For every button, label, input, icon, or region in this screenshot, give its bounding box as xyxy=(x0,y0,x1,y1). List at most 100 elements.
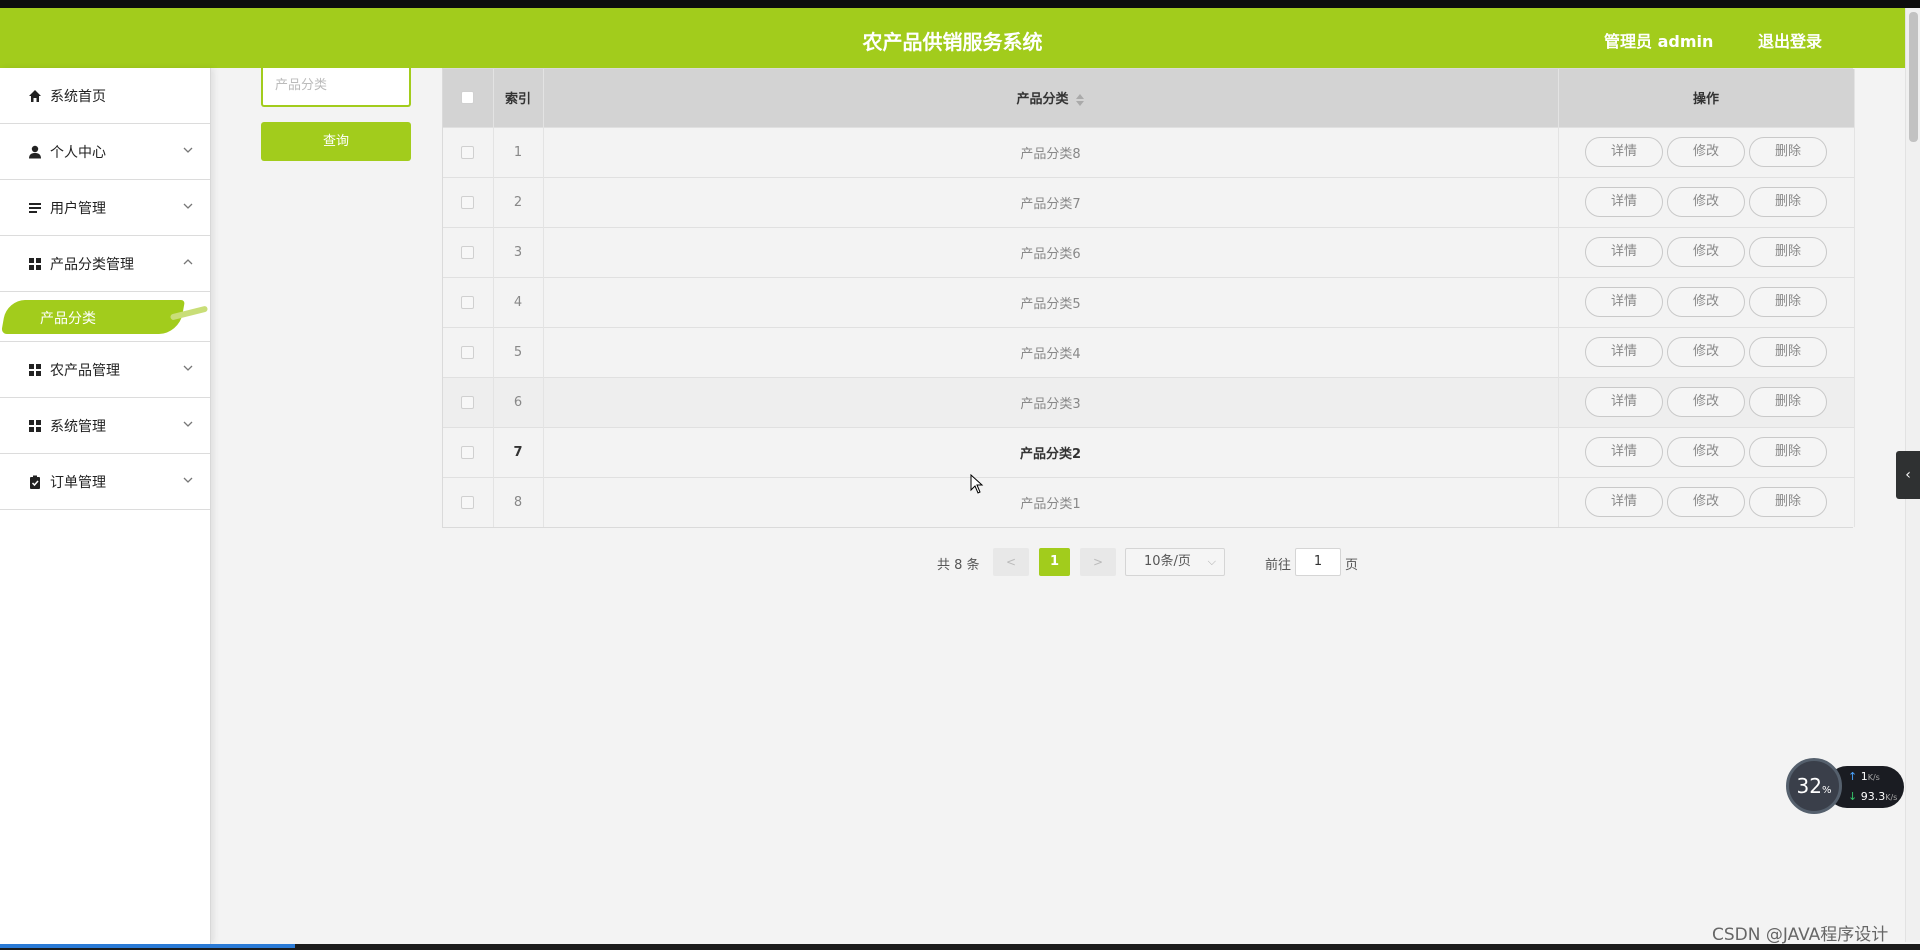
row-checkbox[interactable] xyxy=(461,495,475,509)
row-category: 产品分类7 xyxy=(543,176,1559,227)
side-panel-toggle-icon[interactable]: ‹ xyxy=(1896,451,1920,499)
row-checkbox[interactable] xyxy=(461,145,475,159)
detail-button[interactable]: 详情 xyxy=(1585,387,1663,417)
home-icon xyxy=(28,89,42,103)
row-index: 3 xyxy=(493,226,544,277)
pagination-page-current[interactable]: 1 xyxy=(1039,548,1070,576)
detail-button[interactable]: 详情 xyxy=(1585,187,1663,217)
edit-button[interactable]: 修改 xyxy=(1667,487,1745,518)
row-actions: 详情 修改 删除 xyxy=(1558,476,1855,527)
delete-button[interactable]: 删除 xyxy=(1749,337,1827,367)
sidebar-item-label: 个人中心 xyxy=(50,144,106,161)
row-select-cell xyxy=(443,126,494,177)
category-search-input[interactable]: 产品分类 xyxy=(261,68,411,107)
edit-button[interactable]: 修改 xyxy=(1667,437,1745,467)
row-category: 产品分类6 xyxy=(543,226,1559,277)
sidebar-item-category-management[interactable]: 产品分类管理 xyxy=(0,236,210,292)
row-checkbox[interactable] xyxy=(461,195,475,209)
network-speed-widget[interactable]: ↑ 1K/s ↓ 93.3K/s 32% xyxy=(1786,758,1904,814)
detail-button[interactable]: 详情 xyxy=(1585,487,1663,518)
delete-button[interactable]: 删除 xyxy=(1749,437,1827,467)
table-row[interactable]: 4 产品分类5 详情 修改 删除 xyxy=(443,276,1855,327)
sidebar-subitem-category[interactable]: 产品分类 xyxy=(0,292,210,342)
edit-button[interactable]: 修改 xyxy=(1667,387,1745,417)
delete-button[interactable]: 删除 xyxy=(1749,137,1827,167)
sidebar-item-label: 农产品管理 xyxy=(50,362,120,379)
sidebar-item-personal-center[interactable]: 个人中心 xyxy=(0,124,210,180)
pagination-prev-button[interactable]: < xyxy=(993,548,1029,576)
row-select-cell xyxy=(443,476,494,527)
edit-button[interactable]: 修改 xyxy=(1667,337,1745,367)
chevron-down-icon xyxy=(182,474,196,488)
download-speed-value: 93.3 xyxy=(1860,790,1886,803)
table-row[interactable]: 6 产品分类3 详情 修改 删除 xyxy=(443,376,1855,427)
edit-button[interactable]: 修改 xyxy=(1667,137,1745,167)
row-checkbox[interactable] xyxy=(461,295,475,309)
column-header-category[interactable]: 产品分类 xyxy=(543,69,1559,127)
row-index: 4 xyxy=(493,276,544,327)
table-row[interactable]: 8 产品分类1 详情 修改 删除 xyxy=(443,476,1855,527)
cpu-percent-value: 32 xyxy=(1796,774,1822,798)
sort-icon[interactable] xyxy=(1075,93,1085,107)
edit-button[interactable]: 修改 xyxy=(1667,287,1745,317)
scrollbar-thumb[interactable] xyxy=(1909,12,1918,142)
chevron-down-icon xyxy=(182,362,196,376)
delete-button[interactable]: 删除 xyxy=(1749,287,1827,317)
delete-button[interactable]: 删除 xyxy=(1749,237,1827,267)
video-progress-bar[interactable] xyxy=(0,944,295,948)
row-index: 7 xyxy=(493,426,544,477)
download-speed: ↓ 93.3K/s xyxy=(1848,790,1897,803)
top-header: 农产品供销服务系统 管理员 admin 退出登录 xyxy=(0,8,1905,68)
sidebar-item-user-management[interactable]: 用户管理 xyxy=(0,180,210,236)
row-checkbox[interactable] xyxy=(461,395,475,409)
row-category: 产品分类1 xyxy=(543,476,1559,527)
edit-button[interactable]: 修改 xyxy=(1667,187,1745,217)
row-select-cell xyxy=(443,226,494,277)
select-all-checkbox[interactable] xyxy=(461,91,475,105)
upload-speed-value: 1 xyxy=(1860,770,1868,783)
detail-button[interactable]: 详情 xyxy=(1585,137,1663,167)
row-index: 2 xyxy=(493,176,544,227)
grid-icon xyxy=(28,363,42,377)
row-actions: 详情 修改 删除 xyxy=(1558,176,1855,227)
window-top-edge xyxy=(0,0,1920,8)
list-icon xyxy=(28,201,42,215)
detail-button[interactable]: 详情 xyxy=(1585,237,1663,267)
sidebar-item-order-management[interactable]: 订单管理 xyxy=(0,454,210,510)
category-table: 索引 产品分类 操作 1 产品分类8 详情 修改 删除 2 产品分类7 详情 修改 删除 3 产品分类… xyxy=(442,68,1855,528)
pagination-next-button[interactable]: > xyxy=(1080,548,1116,576)
column-header-actions: 操作 xyxy=(1558,69,1855,127)
detail-button[interactable]: 详情 xyxy=(1585,287,1663,317)
sidebar-item-home[interactable]: 系统首页 xyxy=(0,68,210,124)
table-row[interactable]: 2 产品分类7 详情 修改 删除 xyxy=(443,176,1855,227)
table-row[interactable]: 3 产品分类6 详情 修改 删除 xyxy=(443,226,1855,277)
delete-button[interactable]: 删除 xyxy=(1749,487,1827,518)
row-index: 6 xyxy=(493,376,544,427)
logout-link[interactable]: 退出登录 xyxy=(1758,28,1822,52)
row-checkbox[interactable] xyxy=(461,445,475,459)
table-row[interactable]: 7 产品分类2 详情 修改 删除 xyxy=(443,426,1855,477)
cpu-percent-circle: 32% xyxy=(1786,758,1842,814)
edit-button[interactable]: 修改 xyxy=(1667,237,1745,267)
delete-button[interactable]: 删除 xyxy=(1749,387,1827,417)
page-unit-label: 页 xyxy=(1345,558,1359,573)
row-select-cell xyxy=(443,376,494,427)
search-button[interactable]: 查询 xyxy=(261,122,411,161)
sidebar-item-label: 订单管理 xyxy=(50,474,106,491)
row-checkbox[interactable] xyxy=(461,245,475,259)
table-row[interactable]: 5 产品分类4 详情 修改 删除 xyxy=(443,326,1855,377)
detail-button[interactable]: 详情 xyxy=(1585,337,1663,367)
user-icon xyxy=(28,145,42,159)
row-checkbox[interactable] xyxy=(461,345,475,359)
sidebar-item-product-management[interactable]: 农产品管理 xyxy=(0,342,210,398)
goto-page-input[interactable]: 1 xyxy=(1295,548,1341,576)
pagination-total: 共 8 条 xyxy=(937,558,980,573)
table-row[interactable]: 1 产品分类8 详情 修改 删除 xyxy=(443,126,1855,177)
sidebar-item-system-management[interactable]: 系统管理 xyxy=(0,398,210,454)
page-size-select[interactable]: 10条/页 ⌵ xyxy=(1125,548,1225,576)
sidebar-item-label: 产品分类管理 xyxy=(50,256,134,273)
delete-button[interactable]: 删除 xyxy=(1749,187,1827,217)
detail-button[interactable]: 详情 xyxy=(1585,437,1663,467)
chevron-down-icon xyxy=(182,144,196,158)
row-index: 5 xyxy=(493,326,544,377)
